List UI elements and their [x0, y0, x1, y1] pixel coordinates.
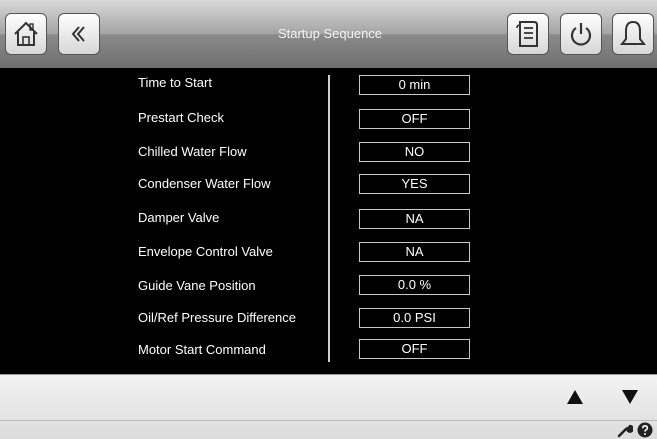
page-title: Startup Sequence: [277, 26, 383, 41]
alarm-button[interactable]: [612, 13, 654, 55]
row-label-condenser-water-flow: Condenser Water Flow: [138, 176, 271, 191]
footer-divider: [0, 420, 657, 421]
value-envelope-control-valve: NA: [359, 242, 470, 262]
home-icon: [14, 21, 38, 46]
startup-sequence-panel: Time to Start 0 min Prestart Check OFF C…: [0, 68, 657, 374]
value-damper-valve: NA: [359, 209, 470, 229]
bell-icon: [619, 20, 647, 45]
value-time-to-start: 0 min: [359, 75, 470, 95]
log-button[interactable]: [507, 13, 549, 55]
tool-icons: [617, 421, 653, 439]
back-chevron-icon: [71, 26, 85, 42]
row-label-chilled-water-flow: Chilled Water Flow: [138, 144, 247, 159]
row-label-damper-valve: Damper Valve: [138, 210, 220, 225]
back-button[interactable]: [58, 13, 100, 55]
row-label-prestart-check: Prestart Check: [138, 110, 224, 125]
power-icon: [570, 23, 592, 46]
value-guide-vane-position: 0.0 %: [359, 275, 470, 295]
home-button[interactable]: [5, 13, 47, 55]
column-divider: [328, 75, 330, 362]
row-label-oil-ref-pressure-difference: Oil/Ref Pressure Difference: [138, 310, 296, 325]
value-motor-start-command: OFF: [359, 339, 470, 359]
header-bar: Startup Sequence: [0, 0, 657, 69]
power-button[interactable]: [560, 13, 602, 55]
row-label-guide-vane-position: Guide Vane Position: [138, 278, 256, 293]
footer-bar: [0, 374, 657, 439]
value-chilled-water-flow: NO: [359, 142, 470, 162]
down-arrow-icon: [622, 390, 638, 404]
scroll-up-button[interactable]: [555, 375, 595, 419]
value-prestart-check: OFF: [359, 109, 470, 129]
scroll-down-button[interactable]: [610, 375, 650, 419]
row-label-envelope-control-valve: Envelope Control Valve: [138, 244, 273, 259]
up-arrow-icon: [567, 390, 583, 404]
value-oil-ref-pressure-difference: 0.0 PSI: [359, 308, 470, 328]
row-label-time-to-start: Time to Start: [138, 75, 212, 90]
row-label-motor-start-command: Motor Start Command: [138, 342, 266, 357]
help-icon[interactable]: [637, 422, 653, 438]
wrench-icon[interactable]: [617, 422, 633, 438]
log-icon: [516, 21, 538, 47]
value-condenser-water-flow: YES: [359, 174, 470, 194]
